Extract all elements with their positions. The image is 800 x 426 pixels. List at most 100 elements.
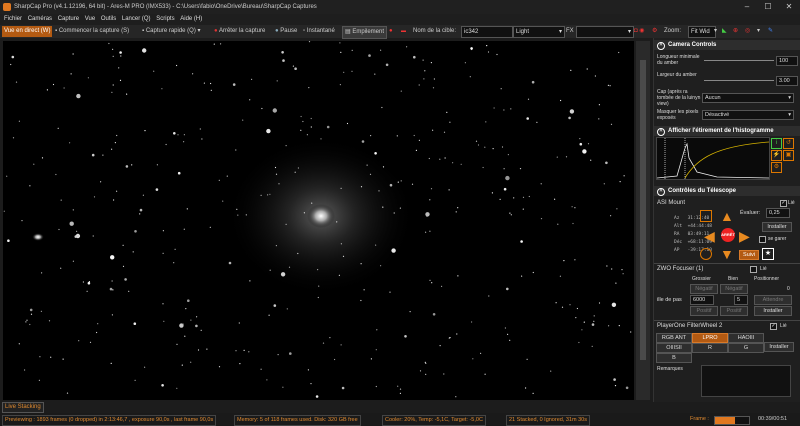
mount-link-checkbox[interactable]: ✓ (780, 200, 787, 207)
menu-scripts[interactable]: Scripts (156, 16, 174, 22)
filter-b-button[interactable]: B (656, 353, 692, 363)
star (482, 166, 484, 169)
stop-capture-button[interactable]: ● Arrêter la capture (214, 26, 265, 37)
start-capture-button[interactable]: ▪ Commencer la capture (S) (55, 26, 129, 37)
info-icon[interactable]: i (771, 138, 782, 149)
star (111, 91, 113, 93)
focuser-link-checkbox[interactable] (750, 266, 757, 273)
stacking-button[interactable]: ▤ Empilement (342, 26, 388, 39)
min-length-slider[interactable] (704, 60, 774, 61)
arrow-right-icon[interactable]: ▶ (739, 228, 750, 245)
arrow-down-icon[interactable]: ▼ (720, 246, 734, 262)
target-name-input[interactable]: ic342 (461, 26, 513, 38)
star (378, 190, 380, 192)
remarks-label: Remarques (657, 366, 683, 372)
stacking-label: Empilement (352, 29, 385, 35)
coarse-negative-button[interactable]: Négatif (690, 284, 718, 294)
lock-icon[interactable]: ▣ (783, 150, 794, 161)
mask-select[interactable]: Désactivé ▾ (702, 110, 794, 120)
rate-select[interactable]: 0,25 (766, 208, 790, 218)
star (496, 53, 498, 56)
zoom-select[interactable]: Fit Wid (688, 26, 716, 38)
histogram-icon[interactable]: ◣ (722, 26, 727, 37)
fine-step-input[interactable]: 5 (734, 295, 748, 305)
tool-icon[interactable]: ✎ (768, 26, 773, 37)
fine-negative-button[interactable]: Négatif (720, 284, 748, 294)
menu-tools[interactable]: Outils (101, 16, 116, 22)
telescope-install-button[interactable]: Installer (762, 222, 792, 232)
star (555, 302, 557, 304)
circle-target-icon[interactable] (700, 248, 712, 260)
gear-icon[interactable]: ⚙ (771, 162, 782, 173)
star (574, 207, 576, 209)
coarse-step-input[interactable]: 6000 (690, 295, 714, 305)
telescope-header[interactable]: ^ Contrôles du Télescope (654, 186, 800, 196)
histogram-chart[interactable] (656, 137, 770, 180)
star (182, 323, 184, 325)
coarse-positive-button[interactable]: Positif (690, 306, 718, 316)
close-button[interactable]: ✕ (779, 0, 799, 14)
menu-capture[interactable]: Capture (58, 16, 79, 22)
cap-select[interactable]: Aucun ▾ (702, 93, 794, 103)
filter-r-button[interactable]: R (692, 343, 728, 353)
min-length-value[interactable]: 100 (776, 56, 798, 66)
record-icon[interactable]: ● (389, 26, 393, 37)
histogram-header[interactable]: ^ Afficher l'étirement de l'histogramme (654, 126, 800, 136)
reset-icon[interactable]: ↺ (783, 138, 794, 149)
star-icon[interactable]: ★ (762, 248, 774, 260)
hist-icon[interactable]: ▬ (401, 26, 406, 37)
star (630, 331, 632, 333)
frame-type-select[interactable]: Light ▾ (513, 26, 565, 38)
star (177, 134, 179, 136)
star (181, 364, 183, 366)
quick-capture-button[interactable]: ▪ Capture rapide (Q) ▾ (142, 26, 201, 37)
filter-lpro-button[interactable]: LPRO (692, 333, 728, 343)
star (114, 142, 116, 144)
fine-positive-button[interactable]: Positif (720, 306, 748, 316)
remarks-textarea[interactable] (701, 365, 791, 397)
auto-stretch-icon[interactable]: ⚡ (771, 150, 782, 161)
live-view-button[interactable]: Vue en direct (W) (2, 26, 53, 37)
park-checkbox[interactable] (759, 236, 766, 243)
menu-launch[interactable]: Lancer (Q) (122, 16, 151, 22)
menu-cameras[interactable]: Caméras (28, 16, 52, 22)
filter-oiiisii-button[interactable]: OIIISII (656, 343, 692, 353)
square-target-icon[interactable] (700, 210, 712, 222)
star (116, 190, 118, 192)
scrollbar-thumb[interactable] (640, 60, 646, 360)
menu-view[interactable]: Vue (85, 16, 95, 22)
maximize-button[interactable]: ☐ (758, 0, 778, 14)
menu-file[interactable]: Fichier (4, 16, 22, 22)
width-value[interactable]: 3.00 (776, 76, 798, 86)
pause-button[interactable]: ● Pause (275, 26, 297, 37)
focuser-install-button[interactable]: Installer (754, 306, 792, 316)
crosshair-icon[interactable]: ⊕ (733, 26, 738, 37)
filter-haoiii-button[interactable]: HAOIII (728, 333, 764, 343)
filterwheel-link-checkbox[interactable]: ✓ (770, 323, 777, 330)
arrow-left-icon[interactable]: ◀ (704, 228, 715, 245)
reticle-icon[interactable]: ◘ ◉ (634, 26, 645, 37)
filterwheel-install-button[interactable]: Installer (764, 342, 794, 352)
snapshot-button[interactable]: ▫ Instantané (303, 26, 335, 37)
stop-button[interactable]: ARRÊT (721, 228, 735, 242)
wait-button[interactable]: Attendre (754, 295, 792, 305)
arrow-up-icon[interactable]: ▲ (720, 208, 734, 224)
star (521, 275, 523, 277)
camera-controls-header[interactable]: ^ Camera Controls (654, 40, 800, 50)
star (109, 287, 113, 291)
settings-icon[interactable]: ⚙ (652, 26, 657, 37)
filter-g-button[interactable]: G (728, 343, 764, 353)
star (142, 48, 147, 53)
live-stacking-tab[interactable]: Live Stacking (2, 402, 44, 413)
star (24, 369, 26, 371)
target-icon[interactable]: ◎ (745, 26, 750, 37)
minimize-button[interactable]: – (737, 0, 757, 14)
fx-select[interactable]: ▾ (576, 26, 634, 38)
tracking-button[interactable]: Suivi (739, 250, 759, 260)
menu-help[interactable]: Aide (H) (180, 16, 202, 22)
image-viewer[interactable] (3, 41, 634, 400)
star (273, 304, 277, 307)
width-slider[interactable] (704, 80, 774, 81)
filter-rgb-ant-button[interactable]: RGB ANT (656, 333, 692, 343)
star (122, 244, 124, 246)
